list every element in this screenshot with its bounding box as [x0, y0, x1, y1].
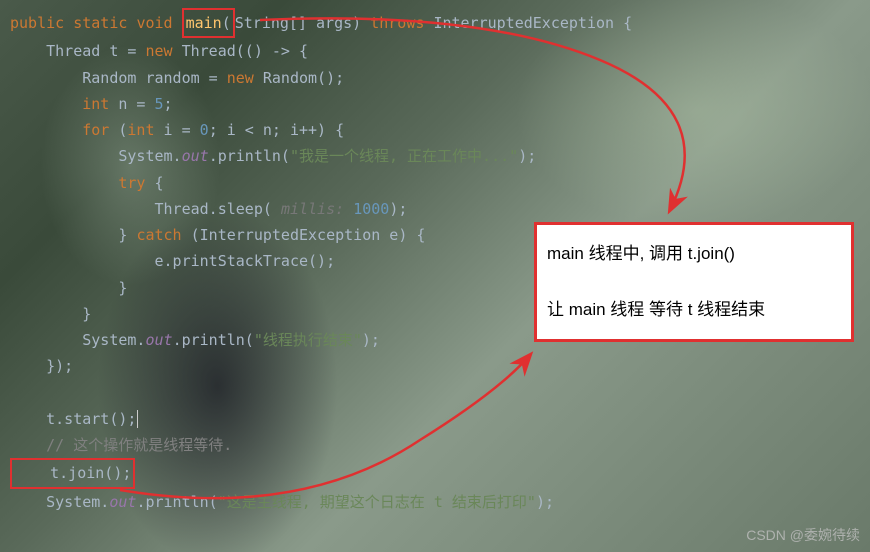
code-line: try { — [10, 170, 860, 196]
code-line: Thread t = new Thread(() -> { — [10, 38, 860, 64]
code-line: }); — [10, 353, 860, 379]
code-line: System.out.println("这是主线程, 期望这个日志在 t 结束后… — [10, 489, 860, 515]
join-highlight: t.join(); — [10, 458, 135, 488]
code-line: Random random = new Random(); — [10, 65, 860, 91]
annotation-text-2: 让 main 线程 等待 t 线程结束 — [547, 295, 841, 325]
code-line: // 这个操作就是线程等待. — [10, 432, 860, 458]
code-line: System.out.println("我是一个线程, 正在工作中..."); — [10, 143, 860, 169]
code-line — [10, 380, 860, 406]
annotation-text-1: main 线程中, 调用 t.join() — [547, 239, 841, 269]
main-highlight: main( — [182, 8, 235, 38]
code-line: for (int i = 0; i < n; i++) { — [10, 117, 860, 143]
code-line: int n = 5; — [10, 91, 860, 117]
code-line: Thread.sleep( millis: 1000); — [10, 196, 860, 222]
code-line: public static void main(String[] args) t… — [10, 8, 860, 38]
annotation-callout: main 线程中, 调用 t.join() 让 main 线程 等待 t 线程结… — [534, 222, 854, 342]
code-line: t.join(); — [10, 458, 860, 488]
watermark: CSDN @委婉待续 — [746, 523, 860, 548]
code-line: t.start(); — [10, 406, 860, 432]
